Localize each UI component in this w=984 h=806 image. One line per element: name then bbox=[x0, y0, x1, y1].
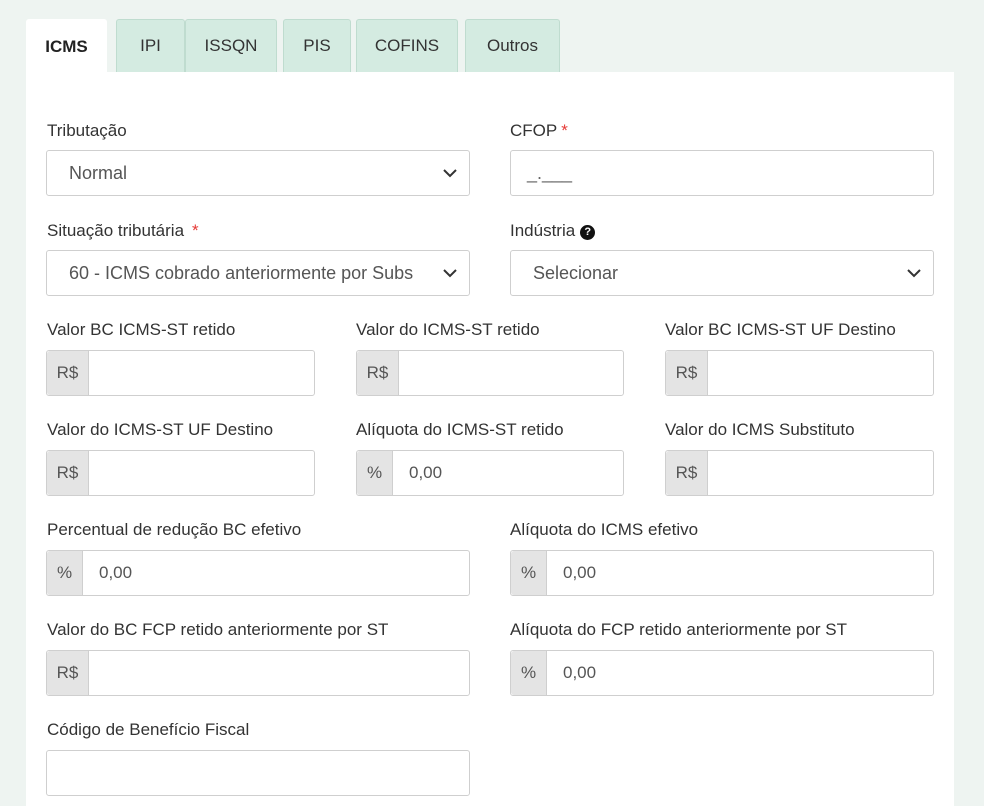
currency-addon: R$ bbox=[666, 451, 708, 495]
valor-bc-icms-st-uf-destino-field[interactable]: R$ bbox=[665, 350, 934, 396]
currency-addon: R$ bbox=[666, 351, 708, 395]
codigo-beneficio-input[interactable] bbox=[46, 750, 470, 796]
field-value[interactable]: 0,00 bbox=[547, 551, 933, 595]
codigo-beneficio-label: Código de Benefício Fiscal bbox=[47, 720, 250, 739]
field-value[interactable] bbox=[399, 351, 623, 395]
valor-bc-fcp-retido-field[interactable]: R$ bbox=[46, 650, 470, 696]
tributacao-value: Normal bbox=[69, 163, 128, 183]
tab-issqn[interactable]: ISSQN bbox=[185, 19, 277, 72]
percent-addon: % bbox=[511, 651, 547, 695]
situacao-select[interactable]: 60 - ICMS cobrado anteriormente por Subs bbox=[46, 250, 470, 296]
field-value[interactable]: 0,00 bbox=[547, 651, 933, 695]
percent-addon: % bbox=[47, 551, 83, 595]
currency-addon: R$ bbox=[47, 651, 89, 695]
cfop-input[interactable]: _.___ bbox=[510, 150, 934, 196]
valor-icms-st-retido-field[interactable]: R$ bbox=[356, 350, 624, 396]
valor-icms-st-uf-destino-label: Valor do ICMS-ST UF Destino bbox=[47, 420, 274, 439]
required-marker: * bbox=[192, 221, 199, 240]
required-marker: * bbox=[561, 121, 568, 140]
chevron-down-icon bbox=[443, 169, 457, 178]
aliquota-fcp-retido-field[interactable]: % 0,00 bbox=[510, 650, 934, 696]
situacao-label: Situação tributária * bbox=[47, 221, 199, 240]
tab-cofins[interactable]: COFINS bbox=[356, 19, 458, 72]
aliquota-icms-efetivo-label: Alíquota do ICMS efetivo bbox=[510, 520, 699, 539]
industria-label: Indústria? bbox=[510, 221, 596, 241]
tab-ipi[interactable]: IPI bbox=[116, 19, 185, 72]
tab-outros[interactable]: Outros bbox=[465, 19, 560, 72]
cfop-mask: _.___ bbox=[527, 163, 573, 183]
field-value[interactable] bbox=[708, 451, 933, 495]
valor-bc-icms-st-retido-label: Valor BC ICMS-ST retido bbox=[47, 320, 236, 339]
valor-icms-substituto-label: Valor do ICMS Substituto bbox=[665, 420, 855, 439]
aliquota-fcp-retido-label: Alíquota do FCP retido anteriormente por… bbox=[510, 620, 848, 639]
percentual-reducao-bc-field[interactable]: % 0,00 bbox=[46, 550, 470, 596]
currency-addon: R$ bbox=[357, 351, 399, 395]
industria-value: Selecionar bbox=[533, 263, 619, 283]
aliquota-icms-st-retido-field[interactable]: % 0,00 bbox=[356, 450, 624, 496]
valor-bc-icms-st-uf-destino-label: Valor BC ICMS-ST UF Destino bbox=[665, 320, 896, 339]
field-value[interactable] bbox=[89, 651, 469, 695]
cfop-label: CFOP * bbox=[510, 121, 568, 140]
field-value[interactable]: 0,00 bbox=[83, 551, 469, 595]
currency-addon: R$ bbox=[47, 451, 89, 495]
valor-bc-icms-st-retido-field[interactable]: R$ bbox=[46, 350, 315, 396]
chevron-down-icon bbox=[907, 269, 921, 278]
aliquota-icms-efetivo-field[interactable]: % 0,00 bbox=[510, 550, 934, 596]
chevron-down-icon bbox=[443, 269, 457, 278]
aliquota-icms-st-retido-label: Alíquota do ICMS-ST retido bbox=[356, 420, 564, 439]
tab-icms[interactable]: ICMS bbox=[26, 19, 107, 73]
valor-bc-fcp-retido-label: Valor do BC FCP retido anteriormente por… bbox=[47, 620, 389, 639]
currency-addon: R$ bbox=[47, 351, 89, 395]
percent-addon: % bbox=[511, 551, 547, 595]
field-value[interactable] bbox=[89, 351, 314, 395]
valor-icms-st-retido-label: Valor do ICMS-ST retido bbox=[356, 320, 540, 339]
percent-addon: % bbox=[357, 451, 393, 495]
situacao-value: 60 - ICMS cobrado anteriormente por Subs bbox=[69, 263, 414, 283]
industria-select[interactable]: Selecionar bbox=[510, 250, 934, 296]
percentual-reducao-bc-label: Percentual de redução BC efetivo bbox=[47, 520, 302, 539]
valor-icms-substituto-field[interactable]: R$ bbox=[665, 450, 934, 496]
valor-icms-st-uf-destino-field[interactable]: R$ bbox=[46, 450, 315, 496]
field-value[interactable] bbox=[708, 351, 933, 395]
field-value[interactable] bbox=[89, 451, 314, 495]
field-value[interactable]: 0,00 bbox=[393, 451, 623, 495]
tab-pis[interactable]: PIS bbox=[283, 19, 351, 72]
tributacao-label: Tributação bbox=[47, 121, 127, 140]
question-circle-icon[interactable]: ? bbox=[580, 225, 596, 240]
tributacao-select[interactable]: Normal bbox=[46, 150, 470, 196]
